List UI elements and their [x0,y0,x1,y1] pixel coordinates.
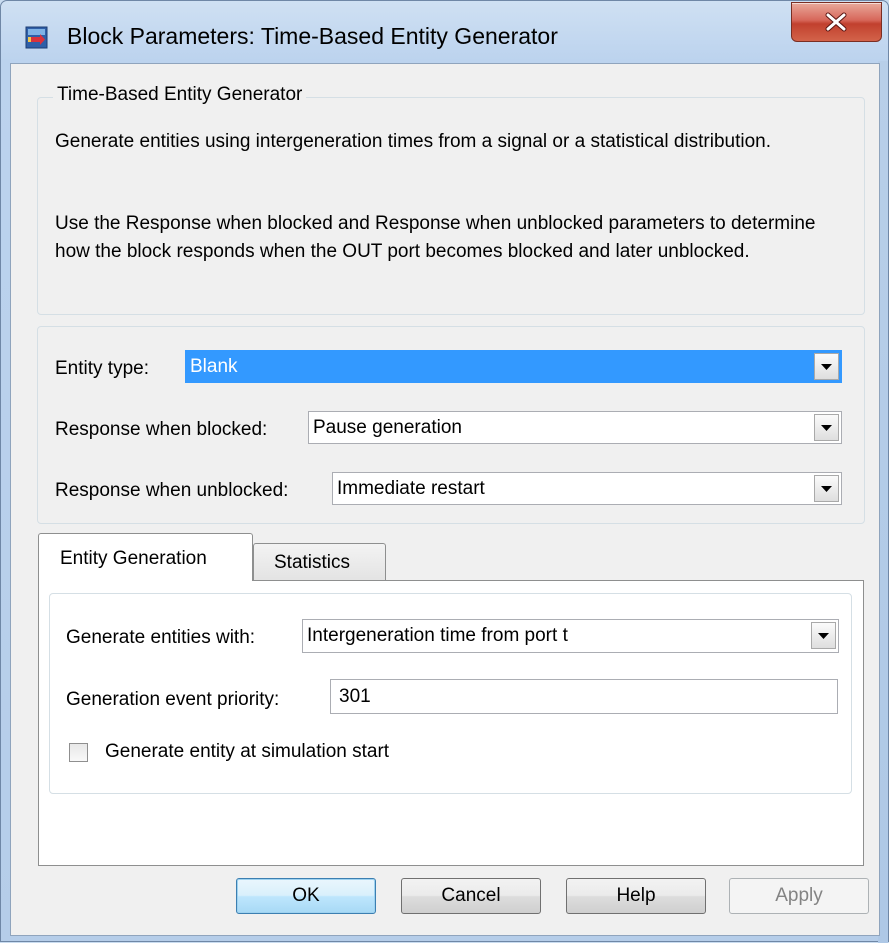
chevron-down-icon [821,364,832,370]
response-unblocked-label: Response when unblocked: [55,480,289,501]
response-unblocked-dropdown-button[interactable] [814,475,839,502]
chevron-down-icon [818,633,829,639]
generate-with-dropdown[interactable]: Intergeneration time from port t [302,619,839,653]
generate-at-start-label: Generate entity at simulation start [105,741,390,762]
simulink-block-icon [25,26,48,49]
entity-type-value: Blank [190,356,238,377]
generate-at-start-checkbox[interactable] [69,743,88,762]
chevron-down-icon [821,425,832,431]
description-group-title: Time-Based Entity Generator [53,84,307,106]
priority-field[interactable] [331,680,837,713]
tab-entity-generation[interactable]: Entity Generation [38,533,253,581]
entity-type-dropdown-button[interactable] [814,353,839,380]
window-title: Block Parameters: Time-Based Entity Gene… [67,23,558,49]
close-button[interactable] [791,2,882,42]
dialog-client-area: Time-Based Entity Generator Generate ent… [10,63,880,936]
response-blocked-dropdown-button[interactable] [814,414,839,441]
tab-statistics-label: Statistics [274,552,351,573]
title-bar[interactable]: Block Parameters: Time-Based Entity Gene… [1,1,889,63]
help-button[interactable]: Help [566,878,706,914]
generate-with-value: Intergeneration time from port t [307,625,568,646]
tab-statistics[interactable]: Statistics [253,543,386,581]
description-paragraph-1: Generate entities using intergeneration … [55,131,772,152]
entity-type-dropdown[interactable]: Blank [185,350,842,383]
cancel-button[interactable]: Cancel [401,878,541,914]
generate-with-label: Generate entities with: [66,627,256,648]
response-unblocked-dropdown[interactable]: Immediate restart [332,472,842,505]
response-blocked-value: Pause generation [313,417,462,438]
priority-input[interactable] [330,679,838,714]
dialog-window: Block Parameters: Time-Based Entity Gene… [0,0,889,943]
response-blocked-label: Response when blocked: [55,419,268,440]
close-icon [825,12,847,32]
chevron-down-icon [821,486,832,492]
apply-button[interactable]: Apply [729,878,869,914]
entity-type-label: Entity type: [55,358,149,379]
response-blocked-dropdown[interactable]: Pause generation [308,411,842,444]
ok-button[interactable]: OK [236,878,376,914]
generate-with-dropdown-button[interactable] [811,622,836,649]
entity-generation-panel: Generate entities with: Intergeneration … [38,580,864,866]
description-paragraph-2: Use the Response when blocked and Respon… [55,213,816,262]
priority-label: Generation event priority: [66,689,280,710]
tab-entity-generation-label: Entity Generation [60,548,207,569]
response-unblocked-value: Immediate restart [337,478,485,499]
